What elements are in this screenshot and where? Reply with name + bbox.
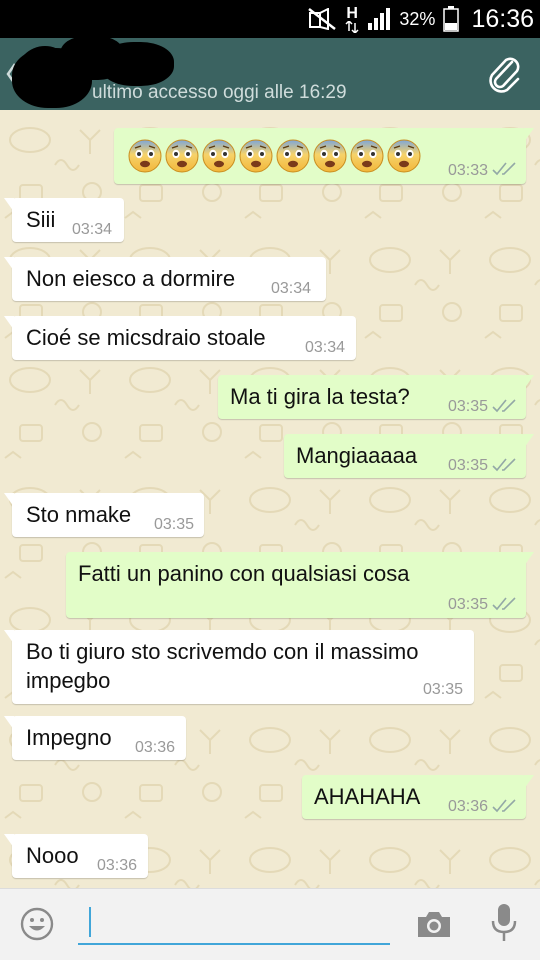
- message-text: Cioé se micsdraio stoale: [26, 325, 266, 350]
- read-ticks-icon: [492, 597, 516, 611]
- message-time: 03:34: [72, 221, 113, 238]
- message-time: 03:36: [447, 798, 488, 815]
- fearful-face-emoji-icon: [350, 139, 384, 173]
- message-bubble-incoming[interactable]: Siii 03:34: [4, 198, 124, 242]
- fearful-face-emoji-icon: [387, 139, 421, 173]
- message-time: 03:36: [97, 857, 138, 874]
- message-text: AHAHAHA: [314, 784, 421, 809]
- message-input[interactable]: [78, 903, 390, 945]
- message-bubble-outgoing[interactable]: Fatti un panino con qualsiasi cosa 03:35: [66, 552, 534, 618]
- emoji-icon[interactable]: [20, 907, 54, 941]
- message-text: Sto nmake: [26, 502, 132, 527]
- read-ticks-icon: [492, 799, 516, 813]
- signal-icon: [368, 8, 391, 30]
- message-time: 03:34: [271, 280, 312, 297]
- message-bubble-outgoing[interactable]: Ma ti gira la testa? 03:35: [218, 375, 534, 419]
- message-bubble-incoming[interactable]: Cioé se micsdraio stoale 03:34: [4, 316, 356, 360]
- read-ticks-icon: [492, 458, 516, 472]
- paperclip-icon[interactable]: [482, 52, 526, 96]
- network-type-icon: H: [345, 5, 359, 33]
- message-text-line: Bo ti giuro sto scrivemdo con il massimo: [26, 639, 419, 664]
- message-time: 03:36: [135, 739, 176, 756]
- message-bubble-incoming[interactable]: Non eiesco a dormire 03:34: [4, 257, 326, 301]
- message-bubble-incoming[interactable]: Nooo 03:36: [4, 834, 148, 878]
- fearful-face-emoji-icon: [276, 139, 310, 173]
- fearful-face-emoji-icon: [239, 139, 273, 173]
- last-seen-status: ultimo accesso oggi alle 16:29: [92, 82, 347, 103]
- status-bar: H 32% 16:36: [0, 0, 540, 38]
- message-time: 03:35: [447, 398, 488, 415]
- message-bubble-incoming[interactable]: Impegno 03:36: [4, 716, 186, 760]
- fearful-face-emoji-icon: [165, 139, 199, 173]
- message-text: Mangiaaaaa: [296, 443, 418, 468]
- message-text: Nooo: [26, 843, 79, 868]
- redaction-blob: [100, 42, 174, 86]
- read-ticks-icon: [492, 162, 516, 176]
- message-time: 03:35: [154, 516, 195, 533]
- message-bubble-incoming[interactable]: Bo ti giuro sto scrivemdo con il massimo…: [4, 630, 474, 704]
- message-text: Non eiesco a dormire: [26, 266, 236, 291]
- message-text: Siii: [26, 207, 56, 232]
- chat-header: C ultimo accesso oggi alle 16:29: [0, 36, 540, 110]
- redaction-blob: [12, 48, 92, 108]
- message-time: 03:35: [423, 681, 464, 698]
- battery-icon: [443, 6, 460, 32]
- message-bubble-outgoing[interactable]: 03:33: [114, 128, 534, 184]
- camera-icon[interactable]: [416, 909, 452, 939]
- fearful-face-emoji-icon: [202, 139, 236, 173]
- message-list[interactable]: 03:33 Siii 03:34 Non eiesco a dormire 03…: [0, 110, 540, 888]
- message-time: 03:35: [447, 596, 488, 613]
- message-time: 03:33: [447, 162, 488, 179]
- mute-icon: [308, 8, 337, 30]
- fearful-face-emoji-icon: [313, 139, 347, 173]
- message-text: Fatti un panino con qualsiasi cosa: [78, 561, 410, 586]
- battery-percentage: 32%: [399, 8, 436, 29]
- fearful-face-emoji-icon: [128, 139, 162, 173]
- message-text-line: impegbo: [26, 668, 111, 693]
- message-time: 03:34: [305, 339, 346, 356]
- text-cursor: [89, 907, 91, 937]
- read-ticks-icon: [492, 399, 516, 413]
- compose-bar: [0, 888, 540, 960]
- microphone-icon[interactable]: [490, 903, 518, 943]
- message-time: 03:35: [447, 457, 488, 474]
- message-bubble-outgoing[interactable]: Mangiaaaaa 03:35: [284, 434, 534, 478]
- message-bubble-outgoing[interactable]: AHAHAHA 03:36: [302, 775, 534, 819]
- message-text: Ma ti gira la testa?: [230, 384, 410, 409]
- clock: 16:36: [471, 4, 534, 33]
- message-bubble-incoming[interactable]: Sto nmake 03:35: [4, 493, 204, 537]
- message-text: Impegno: [26, 725, 112, 750]
